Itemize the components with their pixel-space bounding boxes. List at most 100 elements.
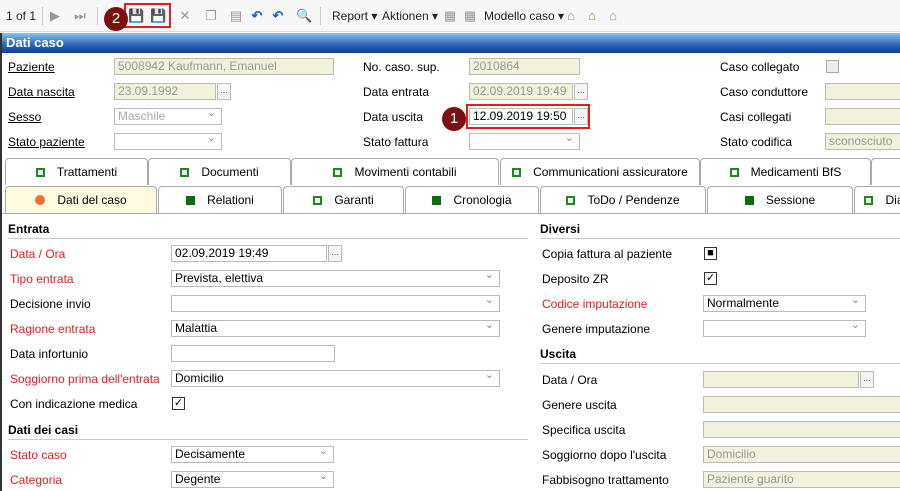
codice-imputazione-label: Codice imputazione xyxy=(542,297,648,311)
tab-status-icon xyxy=(744,196,754,205)
step-badge-1: 1 xyxy=(442,107,466,131)
tab-garanti[interactable]: Garanti xyxy=(283,186,404,213)
data-ora-picker[interactable]: ... xyxy=(328,245,342,262)
data-entrata-label: Data entrata xyxy=(363,85,430,99)
soggiorno-dopo-l-uscita-field: Domicilio xyxy=(703,446,900,463)
tab-dati-del-caso[interactable]: Dati del caso xyxy=(5,186,157,213)
next-page-icon[interactable]: ▶ xyxy=(47,8,63,24)
specifica-uscita-label: Specifica uscita xyxy=(542,423,626,437)
last-page-icon[interactable]: ⏭ xyxy=(72,8,88,24)
specifica-uscita-field xyxy=(703,421,900,438)
categoria-select[interactable]: Degente xyxy=(171,471,334,488)
tab-todo-pendenze[interactable]: ToDo / Pendenze xyxy=(540,186,706,213)
undo-icon[interactable]: ↶ xyxy=(249,8,265,24)
aktionen-label: Aktionen xyxy=(382,9,429,23)
tab-dia[interactable]: Dia xyxy=(854,186,900,213)
data-infortunio-field[interactable] xyxy=(171,345,335,362)
delete-icon[interactable]: ✕ xyxy=(177,8,193,24)
deposito-zr-checkbox[interactable]: ✓ xyxy=(704,272,717,285)
tab-status-icon xyxy=(729,168,739,177)
data-nascita-field: 23.09.1992 xyxy=(114,83,216,100)
separator xyxy=(42,7,43,25)
sesso-select[interactable]: Maschile xyxy=(114,108,222,125)
tab-trattamenti[interactable]: Trattamenti xyxy=(5,158,148,185)
separator xyxy=(320,7,321,25)
highlight-data-uscita xyxy=(466,104,590,129)
copia-fattura-al-paziente-checkbox[interactable]: ■ xyxy=(704,247,717,260)
decisione-invio-select[interactable] xyxy=(171,295,500,312)
section-divider xyxy=(540,238,900,239)
tab-movimenti-contabili[interactable]: Movimenti contabili xyxy=(291,158,499,185)
stato-paziente-select[interactable] xyxy=(114,133,222,150)
tab-more[interactable] xyxy=(871,158,900,185)
data-entrata-picker[interactable]: ... xyxy=(574,83,588,100)
soggiorno-prima-dell-entrata-select[interactable]: Domicilio xyxy=(171,370,500,387)
form-icon[interactable]: ▦ xyxy=(442,8,458,24)
categoria-label: Categoria xyxy=(10,473,63,487)
tab-label: Cronologia xyxy=(453,193,512,207)
tipo-entrata-select[interactable]: Prevista, elettiva xyxy=(171,270,500,287)
report-label: Report xyxy=(332,9,369,23)
tab-medicamenti-bfs[interactable]: Medicamenti BfS xyxy=(700,158,871,185)
undo-all-icon[interactable]: ↶ xyxy=(270,8,286,24)
data-entrata-field: 02.09.2019 19:49 xyxy=(469,83,573,100)
document-icon[interactable]: ▤ xyxy=(228,8,244,24)
tab-label: Garanti xyxy=(334,193,374,207)
home-active-icon[interactable]: ⌂ xyxy=(584,8,600,24)
deposito-zr-label: Deposito ZR xyxy=(542,272,609,286)
no-caso-sup-label: No. caso. sup. xyxy=(363,60,440,74)
genere-imputazione-select[interactable] xyxy=(703,320,866,337)
tab-cronologia[interactable]: Cronologia xyxy=(405,186,539,213)
data-uscita-label: Data uscita xyxy=(363,110,424,124)
tipo-entrata-label: Tipo entrata xyxy=(10,272,74,286)
stato-paziente-label[interactable]: Stato paziente xyxy=(8,134,85,150)
tab-label: Medicamenti BfS xyxy=(750,165,842,179)
sesso-label[interactable]: Sesso xyxy=(8,109,41,125)
home-icon[interactable]: ⌂ xyxy=(563,8,579,24)
form2-icon[interactable]: ▦ xyxy=(462,8,478,24)
aktionen-menu[interactable]: Aktionen ▾ xyxy=(382,8,438,24)
stato-codifica-label: Stato codifica xyxy=(720,135,793,149)
data-ora-label: Data / Ora xyxy=(10,247,66,261)
modello-label: Modello caso xyxy=(484,9,555,23)
tab-communicationi-assicuratore[interactable]: Communicationi assicuratore xyxy=(500,158,700,185)
data-nascita-label[interactable]: Data nascita xyxy=(8,84,75,100)
tab-status-icon xyxy=(512,168,522,177)
step-badge-2: 2 xyxy=(104,7,128,31)
report-menu[interactable]: Report ▾ xyxy=(332,8,377,24)
decisione-invio-label: Decisione invio xyxy=(10,297,91,311)
preview-icon[interactable]: 🔍 xyxy=(296,8,312,24)
data-ora-field[interactable]: 02.09.2019 19:49 xyxy=(171,245,327,262)
tab-sessione[interactable]: Sessione xyxy=(707,186,853,213)
section-divider xyxy=(8,439,528,440)
codice-imputazione-select[interactable]: Normalmente xyxy=(703,295,866,312)
ragione-entrata-select[interactable]: Malattia xyxy=(171,320,500,337)
stato-caso-select[interactable]: Decisamente xyxy=(171,446,334,463)
caso-collegato-checkbox[interactable] xyxy=(826,60,839,73)
tab-label: Dati del caso xyxy=(57,193,127,207)
tab-status-icon xyxy=(333,168,343,177)
data-ora-picker[interactable]: ... xyxy=(860,371,874,388)
data-nascita-picker[interactable]: ... xyxy=(217,83,231,100)
tab-divider xyxy=(0,213,900,214)
caso-collegato-label: Caso collegato xyxy=(720,60,800,74)
con-indicazione-medica-checkbox[interactable]: ✓ xyxy=(172,397,185,410)
section-divider xyxy=(540,363,900,364)
paziente-label[interactable]: Paziente xyxy=(8,59,55,75)
ragione-entrata-label: Ragione entrata xyxy=(10,322,96,336)
tab-status-icon xyxy=(180,168,190,177)
copia-fattura-al-paziente-label: Copia fattura al paziente xyxy=(542,247,673,261)
tab-label: Dia xyxy=(885,193,900,207)
tab-status-icon xyxy=(35,168,45,177)
data-infortunio-label: Data infortunio xyxy=(10,347,89,361)
genere-uscita-field xyxy=(703,396,900,413)
pager-label: 1 of 1 xyxy=(6,9,37,23)
stato-fattura-select[interactable] xyxy=(469,133,580,150)
home2-icon[interactable]: ⌂ xyxy=(605,8,621,24)
tab-documenti[interactable]: Documenti xyxy=(148,158,291,185)
modello-caso-menu[interactable]: Modello caso ▾ xyxy=(484,8,564,24)
tab-label: Relationi xyxy=(207,193,254,207)
tab-relationi[interactable]: Relationi xyxy=(158,186,282,213)
tab-status-icon xyxy=(864,196,874,205)
copy-icon[interactable]: ❐ xyxy=(203,8,219,24)
